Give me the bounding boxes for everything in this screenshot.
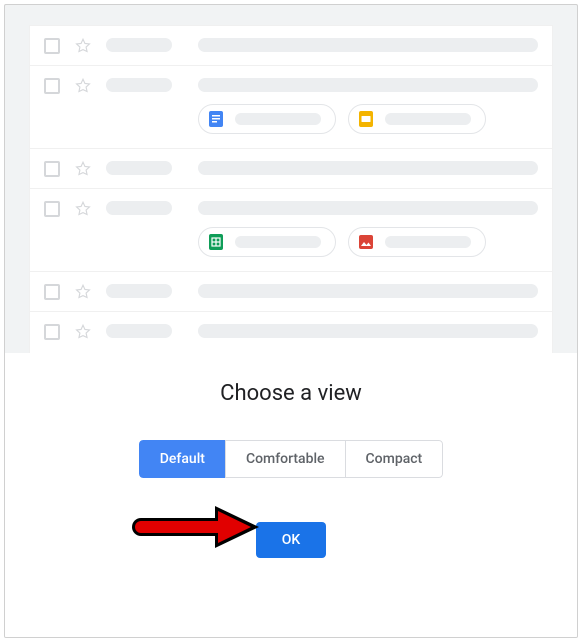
placeholder (106, 284, 172, 298)
star-icon (74, 200, 92, 218)
checkbox-icon (44, 284, 60, 300)
ok-button[interactable]: OK (256, 522, 327, 558)
list-row (30, 189, 552, 272)
placeholder (198, 161, 538, 175)
attachment-chip (348, 227, 486, 257)
placeholder (198, 78, 538, 92)
docs-icon (207, 110, 225, 128)
placeholder (385, 236, 471, 248)
placeholder (385, 113, 471, 125)
photos-icon (357, 233, 375, 251)
list-row (30, 26, 552, 66)
star-icon (74, 160, 92, 178)
placeholder (106, 38, 172, 52)
slides-icon (357, 110, 375, 128)
placeholder (235, 113, 321, 125)
placeholder (198, 38, 538, 52)
placeholder (106, 324, 172, 338)
placeholder (106, 201, 172, 215)
density-segmented-control: Default Comfortable Compact (139, 440, 443, 478)
option-compact[interactable]: Compact (345, 440, 444, 478)
sheets-icon (207, 233, 225, 251)
dialog-title: Choose a view (5, 381, 577, 406)
checkbox-icon (44, 161, 60, 177)
star-icon (74, 77, 92, 95)
star-icon (74, 283, 92, 301)
checkbox-icon (44, 38, 60, 54)
option-comfortable[interactable]: Comfortable (225, 440, 346, 478)
placeholder (235, 236, 321, 248)
placeholder (198, 201, 538, 215)
checkbox-icon (44, 324, 60, 340)
list-row (30, 66, 552, 149)
placeholder (106, 78, 172, 92)
list-row (30, 272, 552, 312)
placeholder (198, 324, 538, 338)
checkbox-icon (44, 78, 60, 94)
star-icon (74, 37, 92, 55)
placeholder (198, 284, 538, 298)
placeholder (106, 161, 172, 175)
attachment-chip (198, 104, 336, 134)
attachment-chip (198, 227, 336, 257)
star-icon (74, 323, 92, 341)
density-preview-list (29, 25, 553, 361)
option-default[interactable]: Default (139, 440, 226, 478)
list-row (30, 149, 552, 189)
attachment-chip (348, 104, 486, 134)
list-row (30, 312, 552, 351)
dialog-panel: Choose a view Default Comfortable Compac… (5, 353, 577, 637)
dialog-frame: Choose a view Default Comfortable Compac… (4, 4, 578, 638)
checkbox-icon (44, 201, 60, 217)
